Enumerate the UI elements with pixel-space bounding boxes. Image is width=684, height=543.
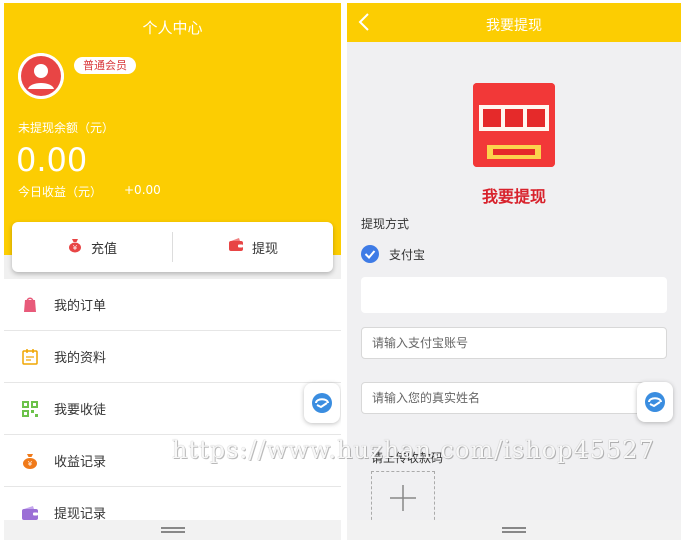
recharge-button[interactable]: ¥ 充值 <box>12 222 172 272</box>
menu-item-profile[interactable]: 我的资料 <box>4 331 341 383</box>
alipay-account-input[interactable] <box>362 328 666 358</box>
drag-handle-icon <box>502 527 526 533</box>
orders-icon <box>20 295 40 315</box>
money-bag-icon: ¥ <box>20 451 40 471</box>
profile-header: 个人中心 普通会员 未提现余额（元） 0.00 今日收益（元） +0.00 <box>4 3 341 255</box>
customer-service-icon <box>645 392 665 412</box>
menu-item-label: 我的订单 <box>54 299 107 314</box>
method-alipay-option[interactable]: 支付宝 <box>361 245 425 263</box>
withdraw-method-label: 提现方式 <box>361 217 410 231</box>
member-badge: 普通会员 <box>74 57 136 74</box>
recharge-label: 充值 <box>90 241 117 257</box>
bottom-drag-bar[interactable] <box>347 520 681 540</box>
wallet-icon <box>228 237 244 257</box>
withdraw-label: 提现 <box>251 241 278 257</box>
withdraw-header: 我要提现 <box>347 3 681 42</box>
real-name-field[interactable] <box>361 382 667 414</box>
floating-service-button[interactable] <box>637 382 673 422</box>
menu-item-label: 我的资料 <box>54 351 107 366</box>
menu-item-recruit[interactable]: 我要收徒 <box>4 383 341 435</box>
balance-label: 未提现余额（元） <box>18 121 115 135</box>
extra-input[interactable] <box>361 277 667 313</box>
profile-icon <box>20 347 40 367</box>
menu-item-label: 收益记录 <box>54 455 107 470</box>
app-logo <box>473 83 555 167</box>
plus-icon <box>390 485 416 511</box>
method-alipay-label: 支付宝 <box>389 247 426 262</box>
withdraw-button[interactable]: 提现 <box>173 222 333 272</box>
today-earnings-value: +0.00 <box>124 183 161 197</box>
today-earnings-label: 今日收益（元） <box>18 185 103 199</box>
user-avatar-icon <box>18 53 64 99</box>
menu-item-orders[interactable]: 我的订单 <box>4 279 341 331</box>
checkbox-checked-icon <box>361 245 379 263</box>
menu-item-label: 我要收徒 <box>54 403 107 418</box>
balance-value: 0.00 <box>16 141 88 179</box>
upload-qrcode-button[interactable] <box>371 471 435 525</box>
money-bag-icon: ¥ <box>67 237 83 257</box>
menu-list: 我的订单 我的资料 我要收徒 ¥ 收益记录 提现记录 <box>4 279 341 539</box>
floating-service-button[interactable] <box>304 383 340 423</box>
customer-service-icon <box>312 393 332 413</box>
avatar[interactable] <box>18 53 64 99</box>
page-title: 我要提现 <box>486 18 542 34</box>
page-title: 个人中心 <box>142 19 203 37</box>
drag-handle-icon <box>160 527 185 533</box>
alipay-account-field[interactable] <box>361 327 667 359</box>
svg-text:¥: ¥ <box>73 244 78 252</box>
blank-field[interactable] <box>361 277 667 313</box>
real-name-input[interactable] <box>362 383 666 413</box>
bottom-drag-bar[interactable] <box>4 520 341 540</box>
personal-center-panel: 个人中心 普通会员 未提现余额（元） 0.00 今日收益（元） +0.00 ¥ … <box>4 3 341 540</box>
action-card: ¥ 充值 提现 <box>12 222 333 272</box>
withdraw-panel: 我要提现 我要提现 提现方式 支付宝 请上传收款码 <box>347 3 681 540</box>
qrcode-icon <box>20 399 40 419</box>
upload-qrcode-label: 请上传收款码 <box>371 451 444 465</box>
svg-text:¥: ¥ <box>28 460 33 468</box>
menu-item-earnings[interactable]: ¥ 收益记录 <box>4 435 341 487</box>
withdraw-heading: 我要提现 <box>481 187 546 206</box>
